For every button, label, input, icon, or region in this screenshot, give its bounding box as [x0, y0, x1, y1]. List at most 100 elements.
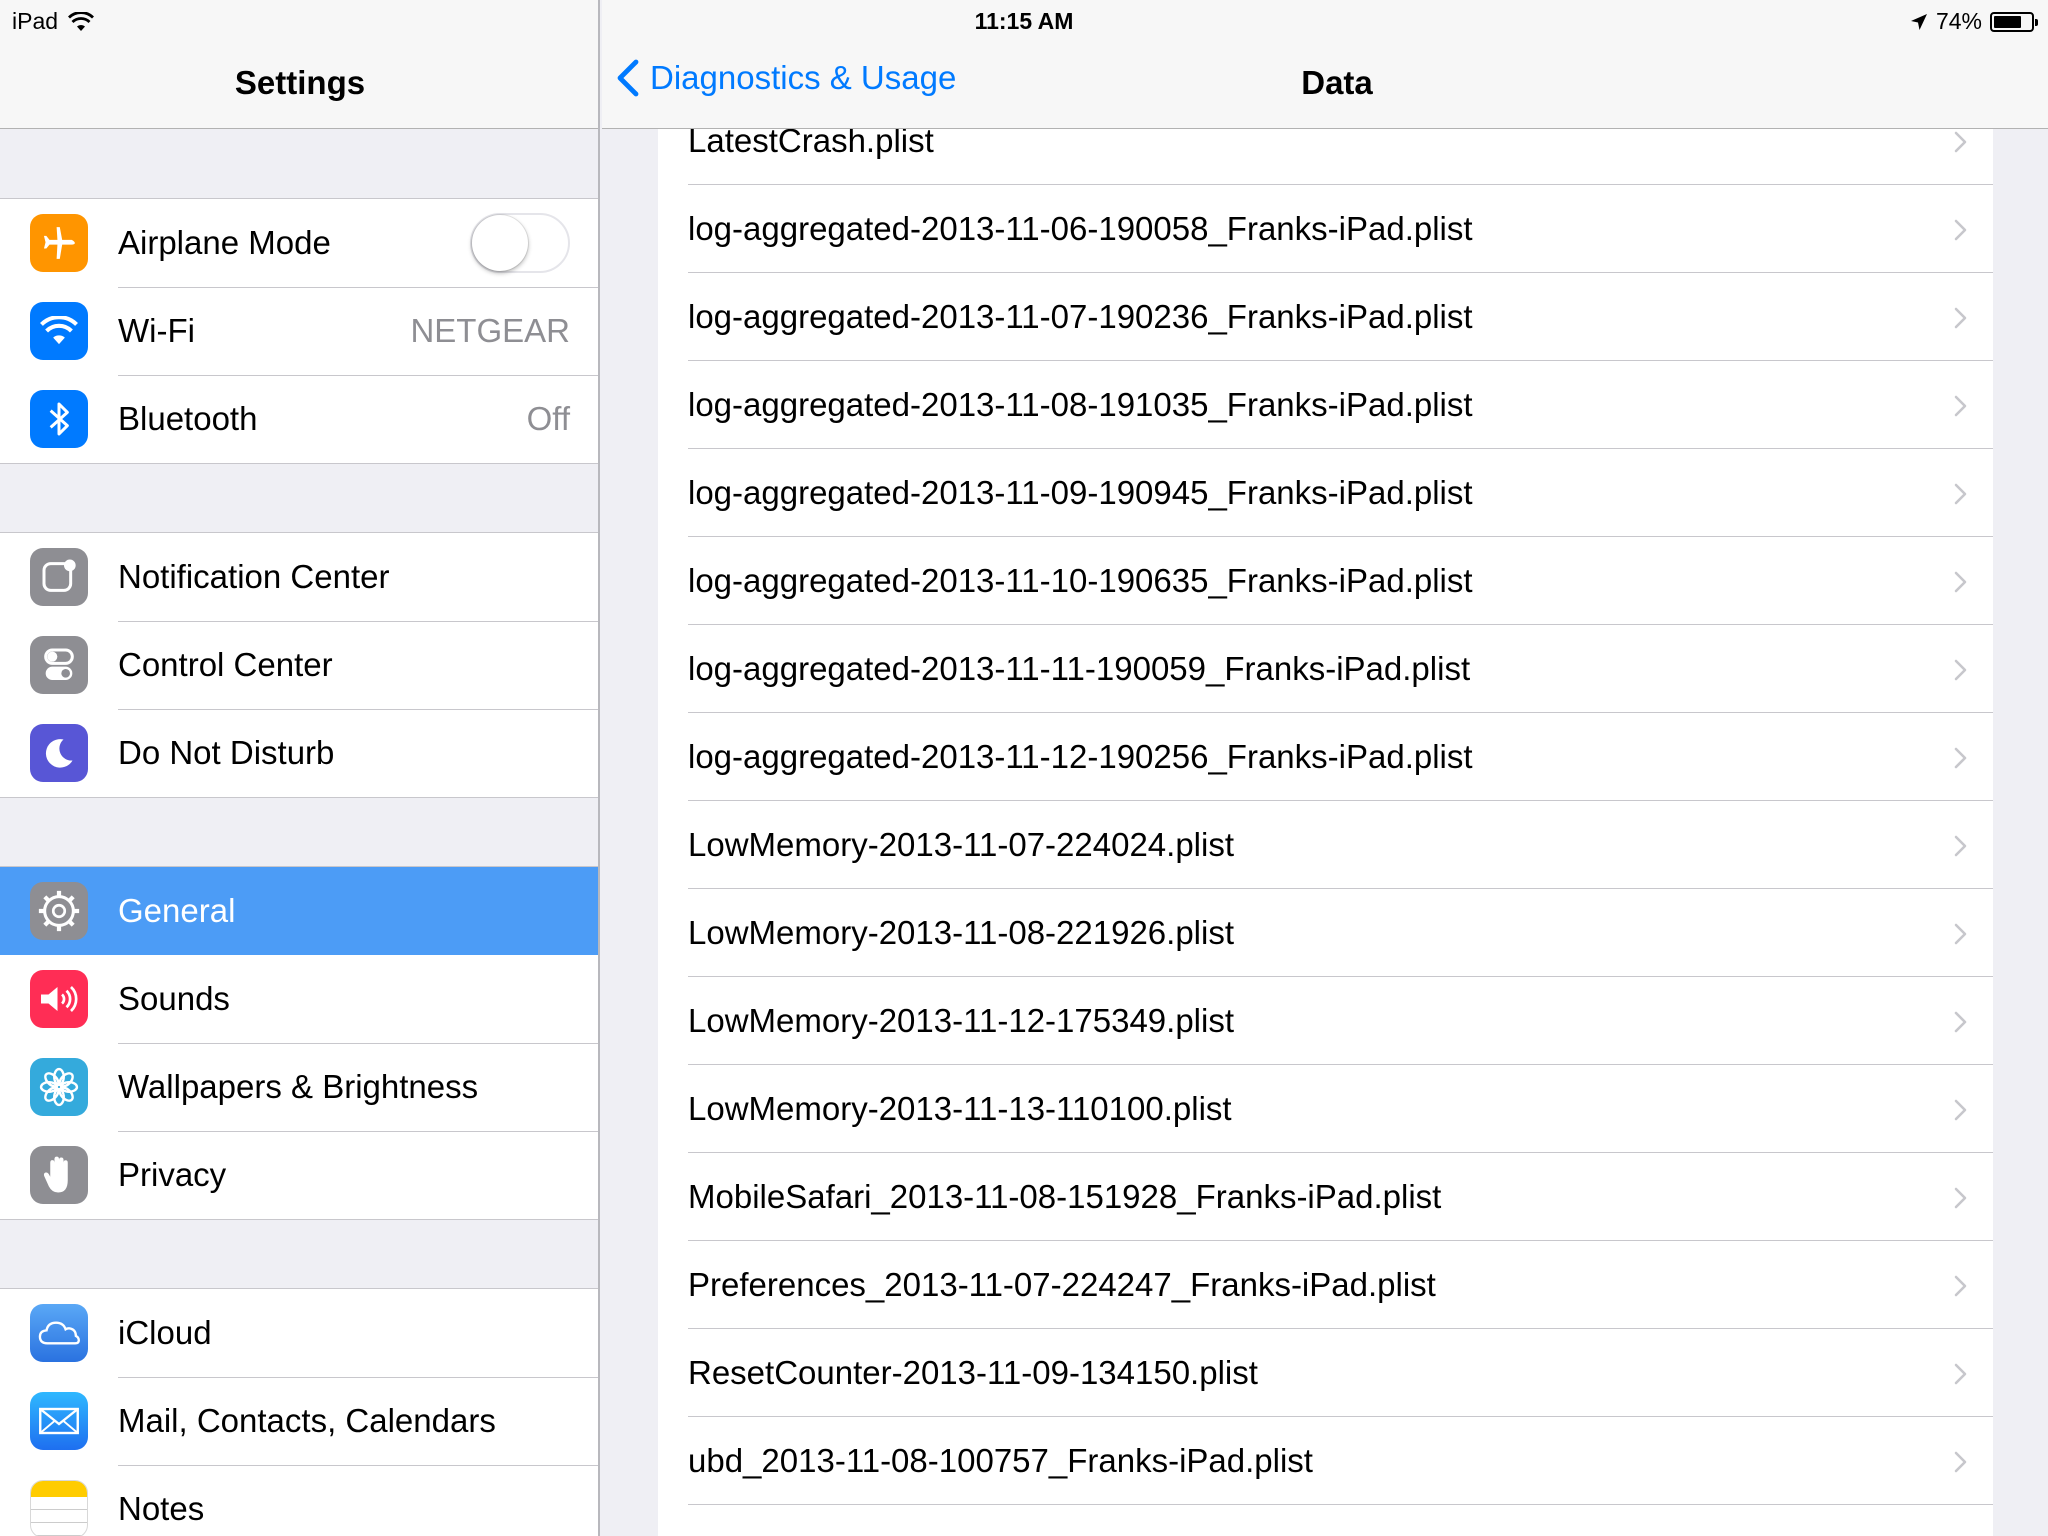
- battery-fill: [1994, 15, 2021, 28]
- sidebar-item-mail-contacts-calendars[interactable]: Mail, Contacts, Calendars: [0, 1377, 598, 1465]
- sidebar-item-bluetooth[interactable]: Bluetooth Off: [0, 375, 598, 463]
- notification-center-icon: [30, 548, 88, 606]
- chevron-right-icon: [1954, 1187, 1967, 1209]
- airplane-icon: [30, 214, 88, 272]
- sidebar-item-wifi[interactable]: Wi-Fi NETGEAR: [0, 287, 598, 375]
- file-row[interactable]: log-aggregated-2013-11-08-191035_Franks-…: [658, 361, 1993, 449]
- sidebar-item-label: Control Center: [118, 646, 333, 683]
- sidebar-item-notification-center[interactable]: Notification Center: [0, 533, 598, 621]
- settings-group-general: General Sounds Wallpapers & Brightness P…: [0, 866, 598, 1220]
- sidebar-item-privacy[interactable]: Privacy: [0, 1131, 598, 1219]
- file-row[interactable]: MobileSafari_2013-11-08-151928_Franks-iP…: [658, 1153, 1993, 1241]
- hand-icon: [30, 1146, 88, 1204]
- sidebar-item-label: iCloud: [118, 1314, 212, 1351]
- file-row[interactable]: log-aggregated-2013-11-09-190945_Franks-…: [658, 449, 1993, 537]
- chevron-right-icon: [1954, 571, 1967, 593]
- sidebar-item-sounds[interactable]: Sounds: [0, 955, 598, 1043]
- sidebar-item-do-not-disturb[interactable]: Do Not Disturb: [0, 709, 598, 797]
- file-name: LowMemory-2013-11-12-175349.plist: [688, 1002, 1235, 1039]
- file-row[interactable]: log-aggregated-2013-11-07-190236_Franks-…: [658, 273, 1993, 361]
- speaker-icon: [30, 970, 88, 1028]
- sidebar-item-notes[interactable]: Notes: [0, 1465, 598, 1536]
- file-row[interactable]: log-aggregated-2013-11-10-190635_Franks-…: [658, 537, 1993, 625]
- file-row[interactable]: LowMemory-2013-11-13-110100.plist: [658, 1065, 1993, 1153]
- chevron-right-icon: [1954, 395, 1967, 417]
- sidebar-item-label: Wallpapers & Brightness: [118, 1068, 479, 1105]
- file-row[interactable]: log-aggregated-2013-11-12-190256_Franks-…: [658, 713, 1993, 801]
- chevron-right-icon: [1954, 1275, 1967, 1297]
- battery-icon: [1990, 11, 2038, 32]
- sidebar-item-wallpapers-brightness[interactable]: Wallpapers & Brightness: [0, 1043, 598, 1131]
- file-row[interactable]: log-aggregated-2013-11-11-190059_Franks-…: [658, 625, 1993, 713]
- sidebar-item-label: Bluetooth: [118, 400, 258, 437]
- sidebar-item-label: Privacy: [118, 1156, 227, 1193]
- sidebar-item-label: Sounds: [118, 980, 230, 1017]
- cloud-icon: [30, 1304, 88, 1362]
- file-name: log-aggregated-2013-11-08-191035_Franks-…: [688, 386, 1473, 423]
- file-row[interactable]: ubd_2013-11-08-100757_Franks-iPad.plist: [658, 1417, 1993, 1505]
- file-name: log-aggregated-2013-11-11-190059_Franks-…: [688, 650, 1471, 687]
- flower-icon: [30, 1058, 88, 1116]
- control-center-icon: [30, 636, 88, 694]
- file-row[interactable]: LowMemory-2013-11-08-221926.plist: [658, 889, 1993, 977]
- file-name: log-aggregated-2013-11-06-190058_Franks-…: [688, 210, 1473, 247]
- chevron-right-icon: [1954, 1099, 1967, 1121]
- chevron-right-icon: [1954, 923, 1967, 945]
- chevron-right-icon: [1954, 835, 1967, 857]
- status-time: 11:15 AM: [974, 8, 1074, 34]
- chevron-right-icon: [1954, 1011, 1967, 1033]
- sidebar-item-label: Notification Center: [118, 558, 390, 595]
- sidebar-item-control-center[interactable]: Control Center: [0, 621, 598, 709]
- file-name: Preferences_2013-11-07-224247_Franks-iPa…: [688, 1266, 1436, 1303]
- chevron-right-icon: [1954, 131, 1967, 153]
- sidebar-item-icloud[interactable]: iCloud: [0, 1289, 598, 1377]
- file-name: LowMemory-2013-11-07-224024.plist: [688, 826, 1235, 863]
- chevron-right-icon: [1954, 1451, 1967, 1473]
- chevron-right-icon: [1954, 1363, 1967, 1385]
- sidebar-item-label: Airplane Mode: [118, 224, 331, 261]
- sidebar-item-label: General: [118, 892, 236, 929]
- bluetooth-icon: [30, 390, 88, 448]
- file-name: log-aggregated-2013-11-12-190256_Franks-…: [688, 738, 1473, 775]
- sidebar-item-label: Notes: [118, 1490, 205, 1527]
- page-title: Data: [1301, 64, 1373, 101]
- sidebar-item-airplane-mode[interactable]: Airplane Mode: [0, 199, 598, 287]
- settings-sidebar: Settings Airplane Mode Wi-Fi NETGEAR Blu…: [0, 0, 600, 1536]
- file-row[interactable]: log-aggregated-2013-11-06-190058_Franks-…: [658, 185, 1993, 273]
- status-right: 74%: [1910, 8, 2038, 35]
- chevron-right-icon: [1954, 307, 1967, 329]
- file-name: LowMemory-2013-11-13-110100.plist: [688, 1090, 1232, 1127]
- sidebar-item-label: Mail, Contacts, Calendars: [118, 1402, 496, 1439]
- file-row[interactable]: LowMemory-2013-11-07-224024.plist: [658, 801, 1993, 889]
- status-bar: iPad 11:15 AM 74%: [0, 0, 2048, 42]
- sidebar-item-label: Do Not Disturb: [118, 734, 335, 771]
- sidebar-item-general[interactable]: General: [0, 867, 598, 955]
- file-name: ResetCounter-2013-11-09-134150.plist: [688, 1354, 1258, 1391]
- sidebar-item-label: Wi-Fi: [118, 312, 195, 349]
- gear-icon: [30, 882, 88, 940]
- toggle-knob: [472, 215, 528, 271]
- file-row[interactable]: ResetCounter-2013-11-09-134150.plist: [658, 1329, 1993, 1417]
- chevron-right-icon: [1954, 659, 1967, 681]
- wifi-icon: [30, 302, 88, 360]
- battery-percent: 74%: [1935, 8, 1982, 34]
- settings-group-notifications: Notification Center Control Center Do No…: [0, 532, 598, 798]
- chevron-right-icon: [1954, 747, 1967, 769]
- airplane-mode-toggle[interactable]: [470, 213, 570, 273]
- wifi-network-value: NETGEAR: [410, 312, 570, 349]
- envelope-icon: [30, 1392, 88, 1450]
- data-detail-pane: Diagnostics & Usage Data LatestCrash.pli…: [602, 0, 2048, 1536]
- file-name: log-aggregated-2013-11-10-190635_Franks-…: [688, 562, 1473, 599]
- file-name: MobileSafari_2013-11-08-151928_Franks-iP…: [688, 1178, 1442, 1215]
- file-list: LatestCrash.plist log-aggregated-2013-11-…: [658, 97, 1993, 1536]
- bluetooth-status-value: Off: [526, 400, 570, 437]
- chevron-right-icon: [1954, 483, 1967, 505]
- settings-group-accounts: iCloud Mail, Contacts, Calendars Notes: [0, 1288, 598, 1536]
- settings-group-connectivity: Airplane Mode Wi-Fi NETGEAR Bluetooth Of…: [0, 198, 598, 464]
- file-row-partial[interactable]: [658, 1505, 1993, 1536]
- file-row[interactable]: Preferences_2013-11-07-224247_Franks-iPa…: [658, 1241, 1993, 1329]
- file-name: LowMemory-2013-11-08-221926.plist: [688, 914, 1235, 951]
- file-row[interactable]: LowMemory-2013-11-12-175349.plist: [658, 977, 1993, 1065]
- file-name: ubd_2013-11-08-100757_Franks-iPad.plist: [688, 1442, 1313, 1479]
- settings-title: Settings: [234, 64, 366, 101]
